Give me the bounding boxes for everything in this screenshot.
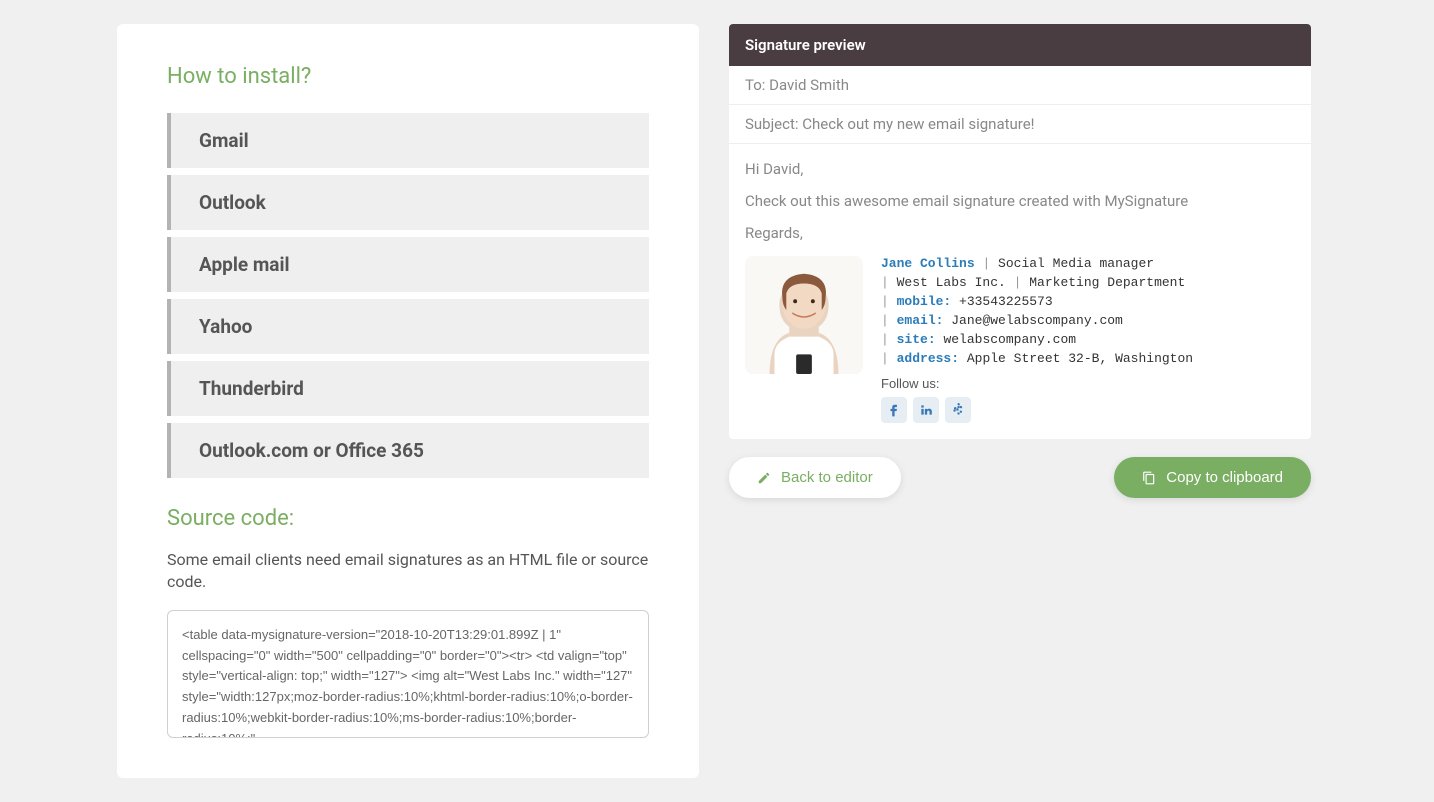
signature-preview-card: Signature preview To: David Smith Subjec… [729,24,1311,439]
source-description: Some email clients need email signatures… [167,549,649,594]
preview-header: Signature preview [729,24,1311,66]
sig-address: Apple Street 32-B, Washington [967,351,1193,366]
signature-details: Jane Collins | Social Media manager | We… [881,256,1295,423]
preview-greeting: Hi David, [745,160,1295,178]
sig-site-label: site: [897,332,936,347]
signature-name-line: Jane Collins | Social Media manager [881,256,1295,271]
client-item-yahoo[interactable]: Yahoo [167,299,649,354]
back-to-editor-button[interactable]: Back to editor [729,457,901,498]
source-code-box[interactable]: <table data-mysignature-version="2018-10… [167,610,649,738]
sig-company: West Labs Inc. [897,275,1006,290]
sig-department: Marketing Department [1029,275,1185,290]
avatar [745,256,863,374]
client-item-outlookcom[interactable]: Outlook.com or Office 365 [167,423,649,478]
back-button-label: Back to editor [781,469,873,486]
signature-email-line: | email: Jane@welabscompany.com [881,313,1295,328]
signature-company-line: | West Labs Inc. | Marketing Department [881,275,1295,290]
sig-mobile: +33543225573 [959,294,1053,309]
copy-to-clipboard-button[interactable]: Copy to clipboard [1114,457,1311,498]
signature-address-line: | address: Apple Street 32-B, Washington [881,351,1295,366]
sig-address-label: address: [897,351,959,366]
install-title: How to install? [167,64,649,89]
client-item-gmail[interactable]: Gmail [167,113,649,168]
signature-block: Jane Collins | Social Media manager | We… [745,256,1295,423]
client-item-applemail[interactable]: Apple mail [167,237,649,292]
sig-name: Jane Collins [881,256,975,271]
preview-body: Hi David, Check out this awesome email s… [729,144,1311,439]
preview-actions: Back to editor Copy to clipboard [729,457,1311,498]
preview-panel: Signature preview To: David Smith Subjec… [729,24,1311,778]
install-panel: How to install? Gmail Outlook Apple mail… [117,24,699,778]
source-title: Source code: [167,506,649,531]
copy-button-label: Copy to clipboard [1166,469,1283,486]
signature-site-line: | site: welabscompany.com [881,332,1295,347]
signature-mobile-line: | mobile: +33543225573 [881,294,1295,309]
sig-site: welabscompany.com [943,332,1076,347]
social-row [881,397,1295,423]
preview-subject: Subject: Check out my new email signatur… [729,105,1311,144]
sig-mobile-label: mobile: [897,294,952,309]
clipboard-icon [1142,471,1156,485]
slack-icon[interactable] [945,397,971,423]
sig-email: Jane@welabscompany.com [951,313,1123,328]
sig-email-label: email: [897,313,944,328]
follow-label: Follow us: [881,376,1295,391]
linkedin-icon[interactable] [913,397,939,423]
pencil-icon [757,471,771,485]
client-item-outlook[interactable]: Outlook [167,175,649,230]
sig-role: Social Media manager [998,256,1154,271]
preview-signoff: Regards, [745,224,1295,242]
facebook-icon[interactable] [881,397,907,423]
preview-message: Check out this awesome email signature c… [745,192,1295,210]
email-client-list: Gmail Outlook Apple mail Yahoo Thunderbi… [167,113,649,478]
preview-to: To: David Smith [729,66,1311,105]
client-item-thunderbird[interactable]: Thunderbird [167,361,649,416]
